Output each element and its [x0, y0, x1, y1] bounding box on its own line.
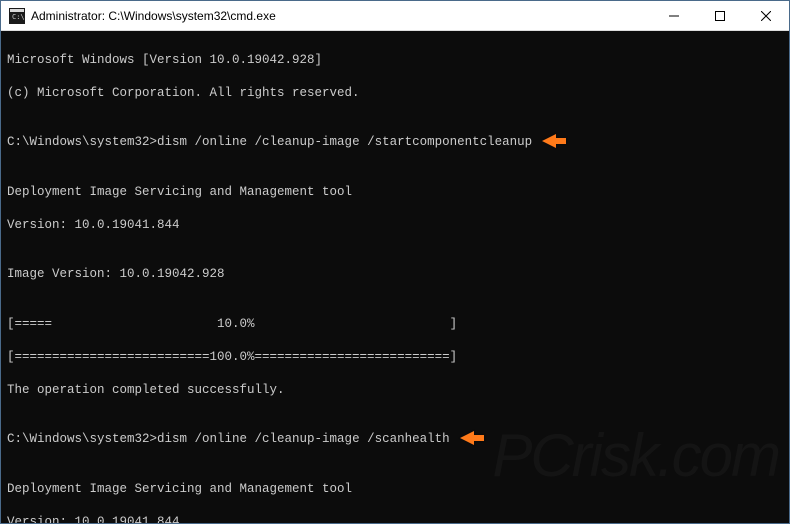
window-controls [651, 1, 789, 30]
progress-line: [==========================100.0%=======… [7, 349, 783, 366]
cmd-icon: C:\ [9, 8, 25, 24]
close-button[interactable] [743, 1, 789, 30]
header-line: Microsoft Windows [Version 10.0.19042.92… [7, 52, 783, 69]
terminal-output[interactable]: Microsoft Windows [Version 10.0.19042.92… [1, 31, 789, 523]
prompt: C:\Windows\system32> [7, 432, 157, 446]
arrow-icon [542, 132, 566, 150]
command-text: dism /online /cleanup-image /scanhealth [157, 432, 450, 446]
prompt: C:\Windows\system32> [7, 135, 157, 149]
maximize-button[interactable] [697, 1, 743, 30]
tool-line: Deployment Image Servicing and Managemen… [7, 481, 783, 498]
copyright-line: (c) Microsoft Corporation. All rights re… [7, 85, 783, 102]
minimize-button[interactable] [651, 1, 697, 30]
success-line: The operation completed successfully. [7, 382, 783, 399]
version-line: Version: 10.0.19041.844 [7, 514, 783, 524]
command-line-2: C:\Windows\system32>dism /online /cleanu… [7, 431, 783, 448]
command-line-1: C:\Windows\system32>dism /online /cleanu… [7, 134, 783, 151]
progress-line: [===== 10.0% ] [7, 316, 783, 333]
version-line: Version: 10.0.19041.844 [7, 217, 783, 234]
arrow-icon [460, 429, 484, 447]
svg-text:C:\: C:\ [12, 13, 25, 21]
command-text: dism /online /cleanup-image /startcompon… [157, 135, 532, 149]
image-version-line: Image Version: 10.0.19042.928 [7, 266, 783, 283]
window-title: Administrator: C:\Windows\system32\cmd.e… [31, 9, 651, 23]
tool-line: Deployment Image Servicing and Managemen… [7, 184, 783, 201]
titlebar[interactable]: C:\ Administrator: C:\Windows\system32\c… [1, 1, 789, 31]
